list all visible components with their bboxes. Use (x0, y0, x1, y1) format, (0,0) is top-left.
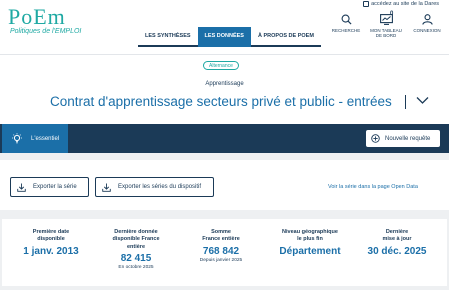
logo-tagline: Politiques de l'EMPLOI (10, 28, 82, 35)
stat-last-data: Dernière donnée disponible France entière … (95, 229, 177, 270)
stat-last-update: Dernière mise à jour 30 déc. 2025 (356, 229, 438, 257)
new-query-button[interactable]: Nouvelle requête (366, 130, 440, 147)
nav-item-syntheses[interactable]: LES SYNTHÈSES (138, 27, 198, 47)
stat-value: 768 842 (202, 245, 240, 257)
stat-value: 82 415 (120, 253, 152, 265)
stat-label: Dernière mise à jour (382, 229, 412, 243)
stat-note: Depuis janvier 2025 (199, 257, 243, 263)
login-label: CONNEXION (413, 28, 441, 33)
plus-circle-icon (371, 134, 380, 143)
export-panel: Exporter la série Exporter les séries du… (0, 160, 449, 210)
stat-note: En octobre 2025 (118, 265, 154, 271)
search-icon (341, 14, 352, 25)
dares-site-link[interactable]: accédez au site de la Dares (363, 1, 439, 7)
stat-label: Dernière donnée disponible France entière (112, 229, 160, 250)
search-button[interactable]: RECHERCHE (328, 14, 364, 33)
title-divider (405, 95, 406, 109)
stat-label: Niveau géographique le plus fin (282, 229, 338, 243)
tab-essentiel-label: L'essentiel (31, 135, 60, 142)
key-figures-panel: Première date disponible 1 janv. 2013 Der… (2, 219, 447, 286)
download-icon (17, 182, 26, 192)
dashboard-button[interactable]: 0 MON TABLEAU DE BORD (368, 11, 404, 39)
lightbulb-icon (12, 132, 22, 143)
stat-value: 1 janv. 2013 (23, 245, 79, 257)
main-nav: LES SYNTHÈSES LES DONNÉES À PROPOS DE PO… (138, 27, 321, 47)
export-device-button[interactable]: Exporter les séries du dispositif (95, 177, 214, 197)
stat-value: Département (279, 245, 341, 257)
export-series-label: Exporter la série (33, 184, 77, 190)
nav-item-a-propos[interactable]: À PROPOS DE POEM (250, 27, 321, 47)
theme-pill[interactable]: Alternance (203, 61, 239, 70)
login-button[interactable]: CONNEXION (409, 14, 445, 33)
page-title: Contrat d'apprentissage secteurs privé e… (50, 94, 392, 109)
external-link-icon (363, 1, 370, 7)
user-icon (421, 14, 433, 25)
stat-value: 30 déc. 2025 (367, 245, 427, 257)
site-header: PoEm Politiques de l'EMPLOI accédez au s… (0, 0, 449, 54)
chevron-down-icon[interactable] (416, 96, 429, 105)
series-banner: Alternance Apprentissage Contrat d'appre… (0, 54, 449, 124)
tab-essentiel[interactable]: L'essentiel (2, 124, 68, 153)
poem-logo[interactable]: PoEm Politiques de l'EMPLOI (8, 4, 82, 48)
stat-geo-level: Niveau géographique le plus fin Départeme… (269, 229, 351, 257)
series-category: Apprentissage (205, 81, 244, 87)
dashboard-label: MON TABLEAU DE BORD (370, 28, 402, 39)
new-query-label: Nouvelle requête (385, 135, 431, 142)
open-data-link[interactable]: Voir la série dans la page Open Data (328, 184, 418, 190)
dashboard-count-badge: 0 (390, 11, 394, 17)
stat-label: Première date disponible (32, 229, 70, 243)
export-series-button[interactable]: Exporter la série (10, 177, 89, 197)
dares-site-link-label: accédez au site de la Dares (371, 1, 439, 7)
download-icon (102, 182, 111, 192)
export-device-label: Exporter les séries du dispositif (118, 184, 202, 190)
search-label: RECHERCHE (331, 28, 361, 33)
stat-first-date: Première date disponible 1 janv. 2013 (10, 229, 92, 257)
nav-item-donnees[interactable]: LES DONNÉES (197, 27, 251, 47)
stat-label: Somme France entière (202, 229, 240, 243)
logo-wordmark: PoEm (8, 4, 66, 29)
stat-sum: Somme France entière 768 842 Depuis janvi… (180, 229, 262, 263)
tab-bar: L'essentiel Nouvelle requête (0, 124, 449, 153)
